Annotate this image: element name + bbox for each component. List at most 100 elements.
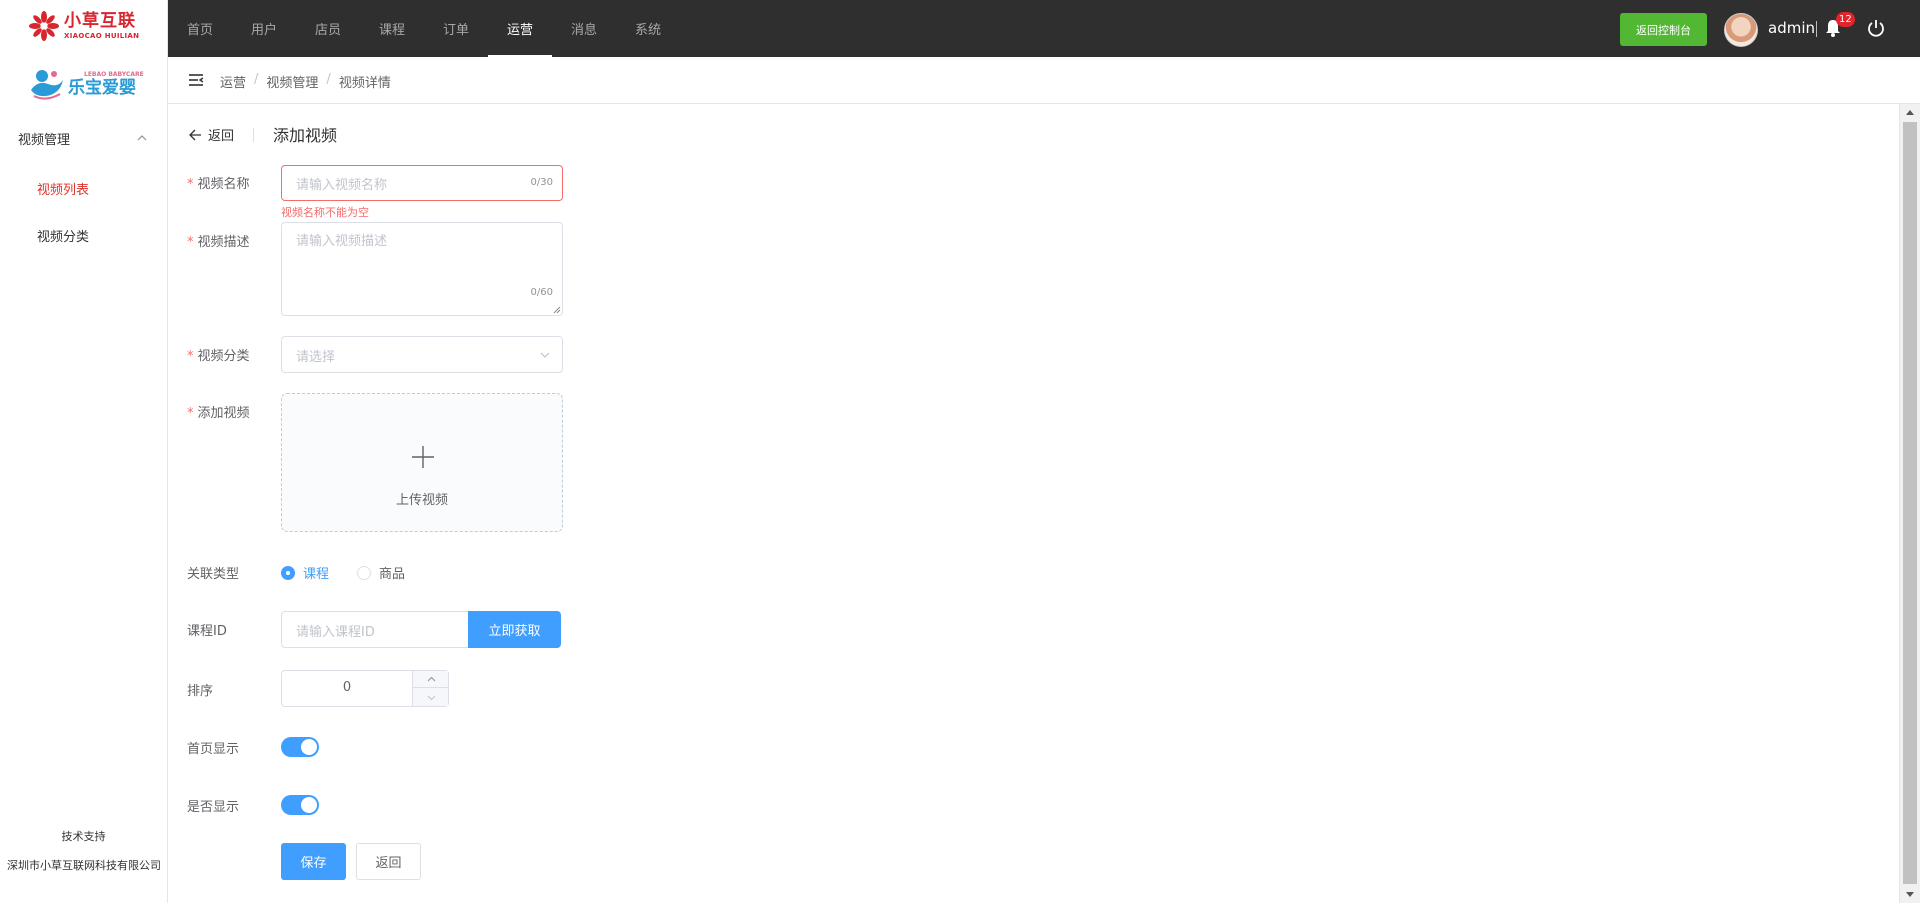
required-mark: * <box>187 177 194 192</box>
radio-course[interactable]: 课程 <box>281 563 329 582</box>
chevron-down-icon <box>427 695 435 700</box>
menu-group-video-management[interactable]: 视频管理 <box>0 122 167 154</box>
visible-switch[interactable] <box>281 795 319 815</box>
video-desc-textarea[interactable]: 请输入视频描述 0/60 <box>281 222 563 316</box>
radio-dot <box>357 565 371 580</box>
nav-orders[interactable]: 订单 <box>424 0 488 57</box>
menu-group-label: 视频管理 <box>18 132 71 148</box>
scroll-up-arrow-icon[interactable] <box>1906 110 1914 115</box>
brand-name-cn: 小草互联 <box>64 10 136 31</box>
chevron-up-icon <box>427 676 435 682</box>
radio-course-label: 课程 <box>303 567 330 582</box>
relation-type-label: 关联类型 <box>187 567 240 582</box>
support-title: 技术支持 <box>61 830 106 843</box>
add-video-label: * 添加视频 <box>187 402 250 421</box>
breadcrumb-item-video-detail: 视频详情 <box>338 76 391 91</box>
collapse-menu-icon[interactable] <box>188 72 204 88</box>
scrollbar-thumb[interactable] <box>1903 122 1917 884</box>
breadcrumb-item-video-management[interactable]: 视频管理 <box>266 72 318 91</box>
brand-name-en: XIAOCAO HUILIAN <box>64 31 140 40</box>
visible-label: 是否显示 <box>187 800 240 815</box>
username[interactable]: admin <box>1768 19 1815 37</box>
brand-logo-xiaocao: 小草互联 XIAOCAO HUILIAN <box>28 10 139 42</box>
nav-courses[interactable]: 课程 <box>360 0 424 57</box>
power-icon[interactable] <box>1866 18 1886 38</box>
video-name-label: * 视频名称 <box>187 173 250 192</box>
brand2-name-en: LEBAO BABYCARE <box>84 70 144 78</box>
avatar[interactable] <box>1724 13 1758 47</box>
brand2-name-cn: 乐宝爱婴 <box>68 77 136 98</box>
top-navbar: 首页 用户 店员 课程 订单 运营 消息 系统 返回控制台 admin 12 <box>168 0 1920 57</box>
video-category-select[interactable]: 请选择 <box>281 336 563 373</box>
main-content: 返回 添加视频 * 视频名称 请输入视频名称 0/30 视频名称不能为空 * 视频描… <box>168 104 1900 903</box>
breadcrumb-separator: / <box>254 72 259 87</box>
video-name-input[interactable]: 请输入视频名称 0/30 <box>281 165 563 201</box>
divider <box>1816 21 1817 37</box>
page-title: 添加视频 <box>273 126 338 145</box>
sidebar-item-video-list[interactable]: 视频列表 <box>37 179 89 198</box>
support-company: 深圳市小草互联网科技有限公司 <box>7 859 161 872</box>
required-mark: * <box>187 235 194 250</box>
vertical-scrollbar[interactable] <box>1899 104 1920 903</box>
video-desc-label-text: 视频描述 <box>197 235 250 250</box>
course-id-label: 课程ID <box>187 624 227 639</box>
course-id-input[interactable]: 请输入课程ID <box>281 611 469 648</box>
baby-logo-icon <box>31 70 63 100</box>
radio-product[interactable]: 商品 <box>357 563 405 582</box>
stepper-controls <box>412 671 449 706</box>
video-category-placeholder: 请选择 <box>296 350 336 365</box>
sort-stepper[interactable]: 0 <box>281 670 449 707</box>
video-category-label-text: 视频分类 <box>197 349 250 364</box>
back-button[interactable]: 返回 <box>356 843 421 880</box>
radio-dot <box>281 565 295 580</box>
video-name-placeholder: 请输入视频名称 <box>296 178 388 193</box>
course-id-placeholder: 请输入课程ID <box>296 625 375 640</box>
back-link[interactable]: 返回 <box>188 125 234 144</box>
flower-logo-icon <box>29 11 59 41</box>
fetch-now-button[interactable]: 立即获取 <box>468 611 561 648</box>
stepper-increase[interactable] <box>413 671 449 688</box>
top-nav: 首页 用户 店员 课程 订单 运营 消息 系统 <box>168 0 680 57</box>
scroll-down-arrow-icon[interactable] <box>1906 892 1914 897</box>
nav-staff[interactable]: 店员 <box>296 0 360 57</box>
chevron-down-icon <box>540 352 550 358</box>
nav-messages[interactable]: 消息 <box>552 0 616 57</box>
video-desc-label: * 视频描述 <box>187 231 250 250</box>
home-display-switch[interactable] <box>281 737 319 757</box>
chevron-up-icon <box>137 135 147 141</box>
breadcrumb: 运营 / 视频管理 / 视频详情 <box>220 72 391 91</box>
nav-home[interactable]: 首页 <box>168 0 232 57</box>
nav-system[interactable]: 系统 <box>616 0 680 57</box>
video-category-label: * 视频分类 <box>187 345 250 364</box>
sidebar: 小草互联 XIAOCAO HUILIAN LEBAO BABYCARE 乐宝爱婴… <box>0 0 168 903</box>
notification-badge: 12 <box>1836 12 1855 27</box>
sort-value[interactable]: 0 <box>282 680 412 695</box>
video-desc-count: 0/60 <box>530 287 553 298</box>
nav-operations[interactable]: 运营 <box>488 0 552 57</box>
upload-text: 上传视频 <box>395 493 448 508</box>
breadcrumb-item-operations[interactable]: 运营 <box>220 72 246 91</box>
video-desc-placeholder: 请输入视频描述 <box>296 234 388 249</box>
sidebar-item-video-category[interactable]: 视频分类 <box>37 226 89 245</box>
breadcrumb-separator: / <box>326 72 331 87</box>
video-name-error: 视频名称不能为空 <box>281 206 369 219</box>
stepper-decrease[interactable] <box>413 689 449 706</box>
required-mark: * <box>187 406 194 421</box>
save-button[interactable]: 保存 <box>281 843 346 880</box>
video-name-count: 0/30 <box>530 177 553 188</box>
nav-users[interactable]: 用户 <box>232 0 296 57</box>
return-console-button[interactable]: 返回控制台 <box>1620 13 1707 46</box>
required-mark: * <box>187 349 194 364</box>
divider <box>253 128 254 142</box>
arrow-left-icon <box>189 129 201 140</box>
add-video-label-text: 添加视频 <box>197 406 250 421</box>
home-display-label: 首页显示 <box>187 742 240 757</box>
breadcrumb-bar: 运营 / 视频管理 / 视频详情 <box>168 57 1920 104</box>
brand-logo-lebao: LEBAO BABYCARE 乐宝爱婴 <box>28 66 144 102</box>
plus-icon <box>412 446 434 468</box>
radio-product-label: 商品 <box>379 567 406 582</box>
sort-label: 排序 <box>187 684 214 699</box>
video-name-label-text: 视频名称 <box>197 177 250 192</box>
resize-handle-icon[interactable] <box>553 306 561 314</box>
video-upload-area[interactable]: 上传视频 <box>281 393 563 532</box>
